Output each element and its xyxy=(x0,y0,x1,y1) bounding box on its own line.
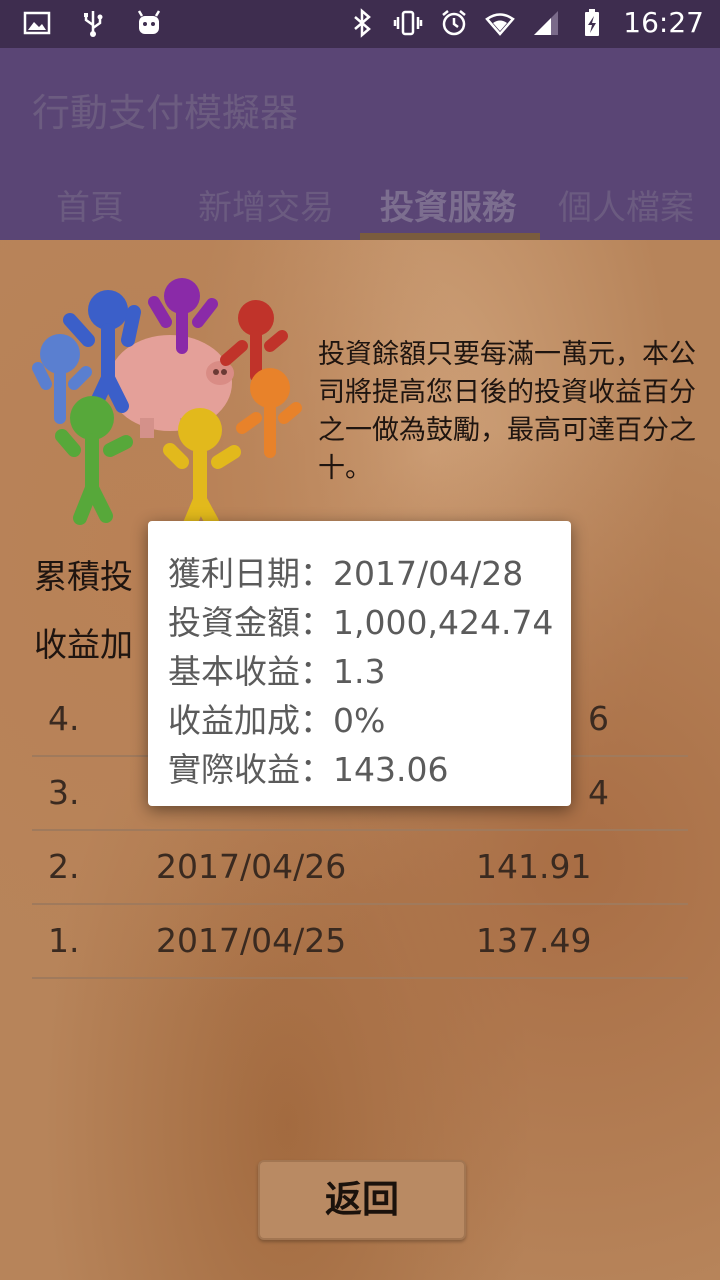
tab-indicator xyxy=(360,233,540,240)
battery-charging-icon xyxy=(585,8,600,36)
profit-date-text: 獲利日期：2017/04/28 xyxy=(168,554,524,593)
image-icon xyxy=(23,11,51,35)
tab-bar: 首頁 新增交易 投資服務 個人檔案 xyxy=(0,160,720,240)
row-index: 3. xyxy=(48,773,80,812)
total-investment-label: 累積投 xyxy=(34,557,133,596)
row-date: 2017/04/25 xyxy=(156,921,347,960)
wifi-icon xyxy=(485,12,516,36)
profit-detail-dialog[interactable]: 獲利日期：2017/04/28 投資金額：1,000,424.74 基本收益：1… xyxy=(148,521,571,806)
history-row[interactable]: 1. 2017/04/25 137.49 xyxy=(32,903,688,979)
vibrate-icon xyxy=(394,10,423,35)
status-bar: 16:27 xyxy=(0,0,720,48)
piggy-bank-illustration xyxy=(32,278,302,528)
row-index: 2. xyxy=(48,847,80,886)
tab-new-transaction[interactable]: 新增交易 xyxy=(198,180,334,229)
row-value: 137.49 xyxy=(476,921,592,960)
row-value: 4 xyxy=(588,773,609,812)
alarm-icon xyxy=(442,9,467,35)
tab-investment[interactable]: 投資服務 xyxy=(380,180,516,229)
android-icon xyxy=(137,10,161,34)
history-row[interactable]: 2. 2017/04/26 141.91 xyxy=(32,829,688,905)
row-index: 1. xyxy=(48,921,80,960)
tab-home[interactable]: 首頁 xyxy=(56,180,124,229)
back-button[interactable]: 返回 xyxy=(258,1160,466,1240)
app-title: 行動支付模擬器 xyxy=(32,91,299,135)
usb-icon xyxy=(84,11,103,37)
investment-amount-text: 投資金額：1,000,424.74 xyxy=(168,603,554,642)
signal-icon xyxy=(534,10,559,35)
row-value: 6 xyxy=(588,699,609,738)
row-date: 2017/04/26 xyxy=(156,847,347,886)
base-return-text: 基本收益：1.3 xyxy=(168,652,386,691)
bonus-rate-text: 收益加成：0% xyxy=(168,701,386,740)
tab-profile[interactable]: 個人檔案 xyxy=(558,180,694,229)
bluetooth-icon xyxy=(354,7,372,38)
app-bar: 行動支付模擬器 首頁 新增交易 投資服務 個人檔案 xyxy=(0,48,720,240)
actual-return-text: 實際收益：143.06 xyxy=(168,750,449,789)
promo-text: 投資餘額只要每滿一萬元，本公司將提高您日後的投資收益百分之一做為鼓勵，最高可達百… xyxy=(318,339,696,484)
row-value: 141.91 xyxy=(476,847,592,886)
row-index: 4. xyxy=(48,699,80,738)
bonus-rate-label: 收益加 xyxy=(34,625,133,664)
clock: 16:27 xyxy=(623,6,704,39)
